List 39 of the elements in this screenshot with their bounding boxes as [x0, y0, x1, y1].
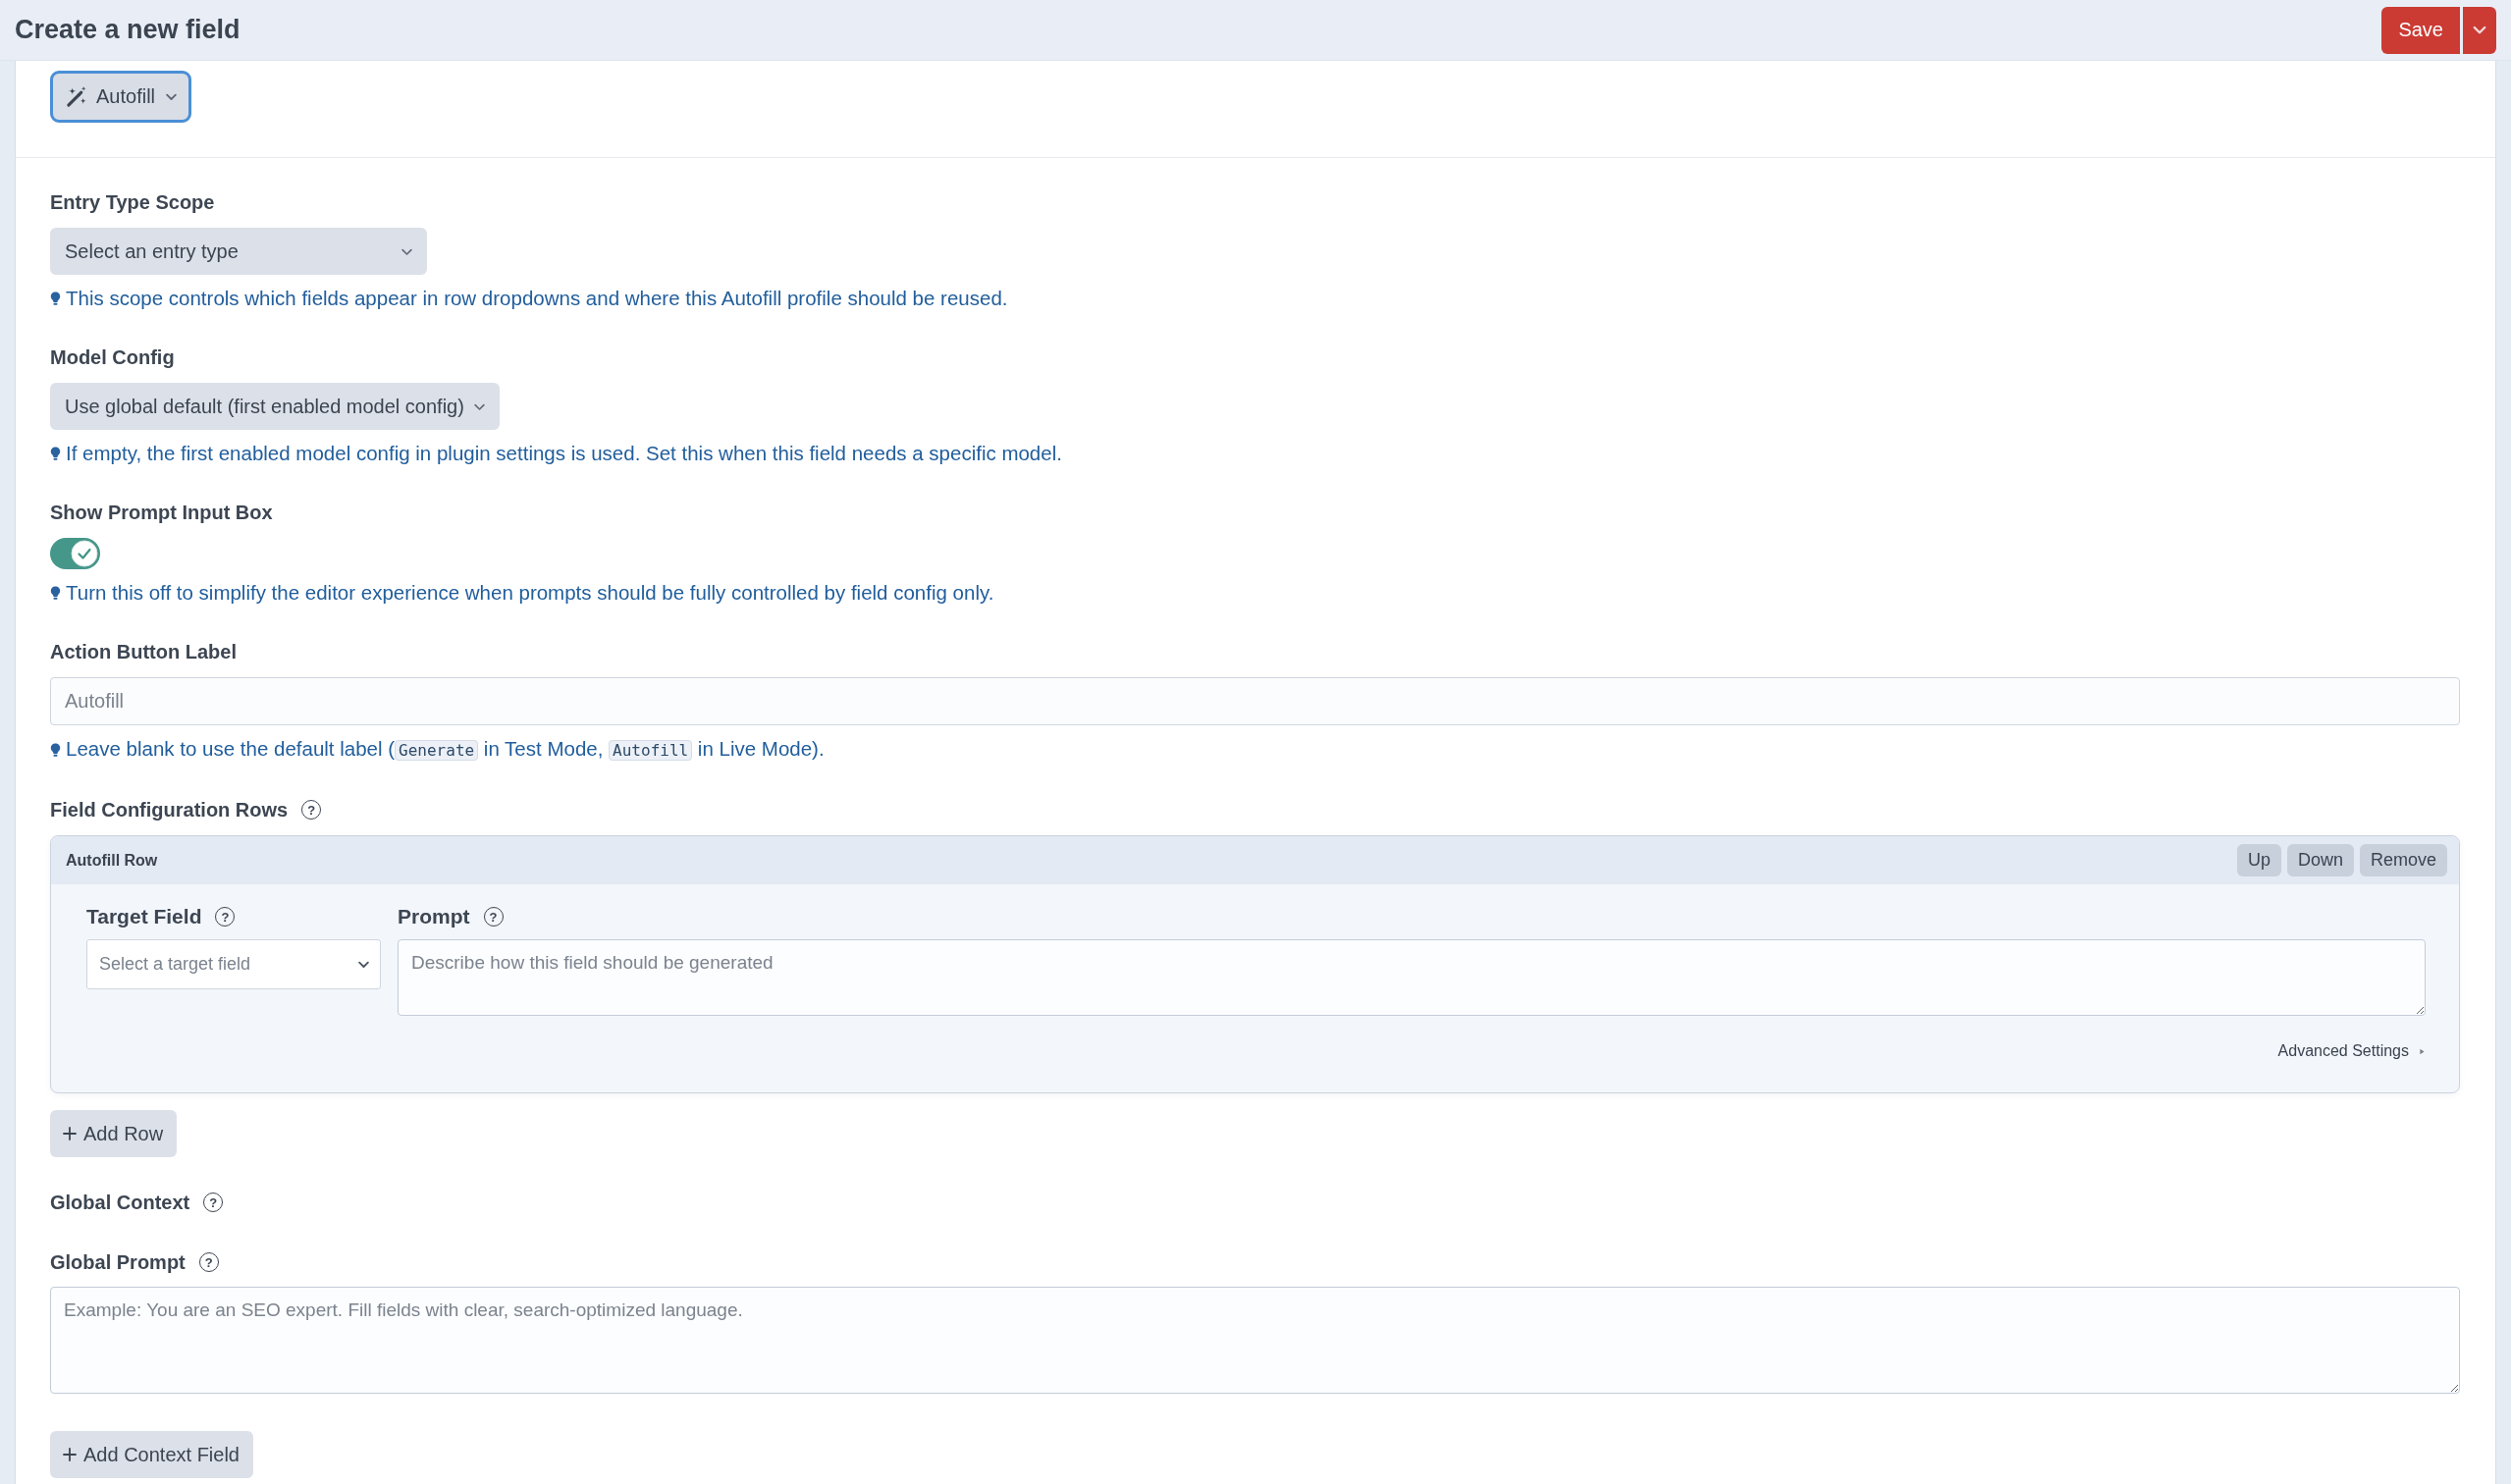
magic-wand-icon [65, 85, 87, 108]
save-button[interactable]: Save [2381, 6, 2460, 54]
hint-text: Leave blank to use the default label ( Generate in Test Mode, Autofill in Live Mode). [66, 737, 825, 763]
row-title: Autofill Row [66, 851, 158, 870]
dropdown[interactable]: Use global default (first enabled model config) [50, 383, 500, 430]
field-label: Action Button Label [50, 640, 238, 663]
text-field[interactable]: Autofill [50, 677, 2460, 725]
section-label: Global Context [50, 1191, 190, 1214]
prompt-textarea[interactable]: Describe how this field should be generated [398, 939, 2426, 1016]
field-label: Show Prompt Input Box [50, 501, 274, 524]
row-action-button[interactable]: Down [2286, 844, 2354, 876]
advanced-settings-toggle[interactable]: Advanced Settings [2277, 1041, 2426, 1061]
field-label: Prompt [398, 905, 470, 928]
section-label: Field Configuration Rows [50, 798, 289, 822]
page-title: Create a new field [15, 15, 240, 45]
hint-text: Turn this off to simplify the editor experience when prompts should be fully controlled by field config only. [66, 581, 994, 605]
save-options-button[interactable] [2463, 6, 2496, 54]
global-prompt-textarea[interactable]: Example: You are an SEO expert. Fill fields with clear, search-optimized language. [50, 1287, 2460, 1394]
row-action-button[interactable]: Remove [2359, 844, 2447, 876]
lightbulb-icon [50, 584, 61, 602]
lightbulb-icon [50, 290, 61, 307]
check-icon [71, 540, 98, 567]
field-label: Global Prompt [50, 1250, 186, 1274]
dropdown[interactable]: Select a target field [86, 939, 381, 989]
plus-icon [63, 1127, 77, 1140]
hint-text: This scope controls which fields appear in row dropdowns and where this Autofill profile should be reused. [66, 287, 1008, 310]
lightbulb-icon [50, 445, 61, 462]
field-type-button[interactable]: Autofill [50, 71, 192, 123]
row-action-button[interactable]: Up [2236, 844, 2281, 876]
toggle-switch[interactable] [50, 538, 100, 569]
field-label: Target Field [86, 905, 202, 928]
hint-text: If empty, the first enabled model config in plugin settings is used. Set this when this field needs a specific model. [66, 442, 1062, 465]
field-label: Entry Type Scope [50, 190, 216, 214]
dropdown[interactable]: Select an entry type [50, 228, 427, 275]
lightbulb-icon [50, 741, 61, 759]
plus-icon [63, 1448, 77, 1461]
add-context-field-button[interactable]: Add Context Field [50, 1431, 253, 1478]
add-row-button[interactable]: Add Row [50, 1110, 178, 1157]
field-label: Model Config [50, 345, 176, 369]
